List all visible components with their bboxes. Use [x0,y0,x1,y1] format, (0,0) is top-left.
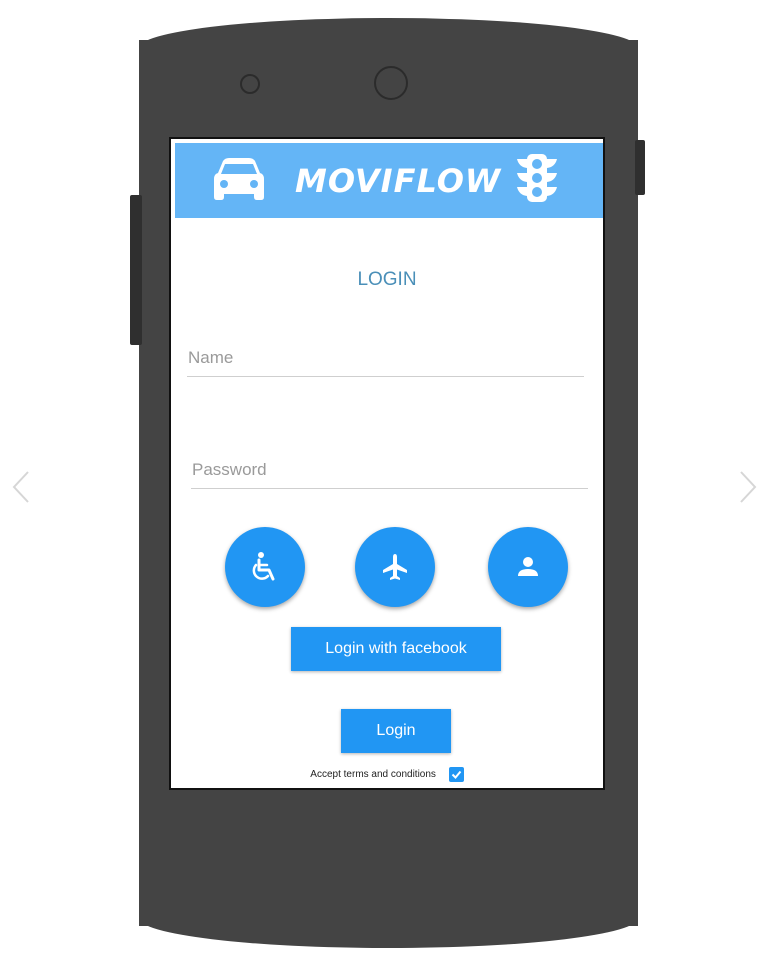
phone-power-button [635,140,645,195]
phone-screen: MOVIFLOW LOGIN Name Login with facebook … [169,137,605,790]
terms-row: Accept terms and conditions [171,767,603,782]
chevron-left-icon [12,471,29,503]
car-icon [214,158,264,200]
app-title: MOVIFLOW [295,162,502,200]
accessibility-mode-button[interactable] [225,527,305,607]
profile-button[interactable] [488,527,568,607]
airplane-icon [383,554,407,580]
terms-label: Accept terms and conditions [310,769,436,780]
person-icon [518,557,538,576]
app-header: MOVIFLOW [175,143,603,218]
traffic-light-icon [517,154,557,202]
carousel-prev-arrow[interactable] [10,470,34,504]
login-heading: LOGIN [357,269,417,290]
phone-volume-button [130,195,142,345]
login-with-facebook-button[interactable]: Login with facebook [291,627,501,671]
password-input[interactable] [191,451,588,489]
phone-front-camera [374,66,408,100]
chevron-right-icon [740,471,757,503]
login-button[interactable]: Login [341,709,451,753]
carousel-next-arrow[interactable] [735,470,759,504]
wheelchair-icon [252,552,275,581]
phone-sensor [240,74,260,94]
travel-mode-button[interactable] [355,527,435,607]
checkmark-icon [451,770,461,779]
terms-checkbox[interactable] [448,767,464,782]
name-input[interactable] [187,339,584,377]
